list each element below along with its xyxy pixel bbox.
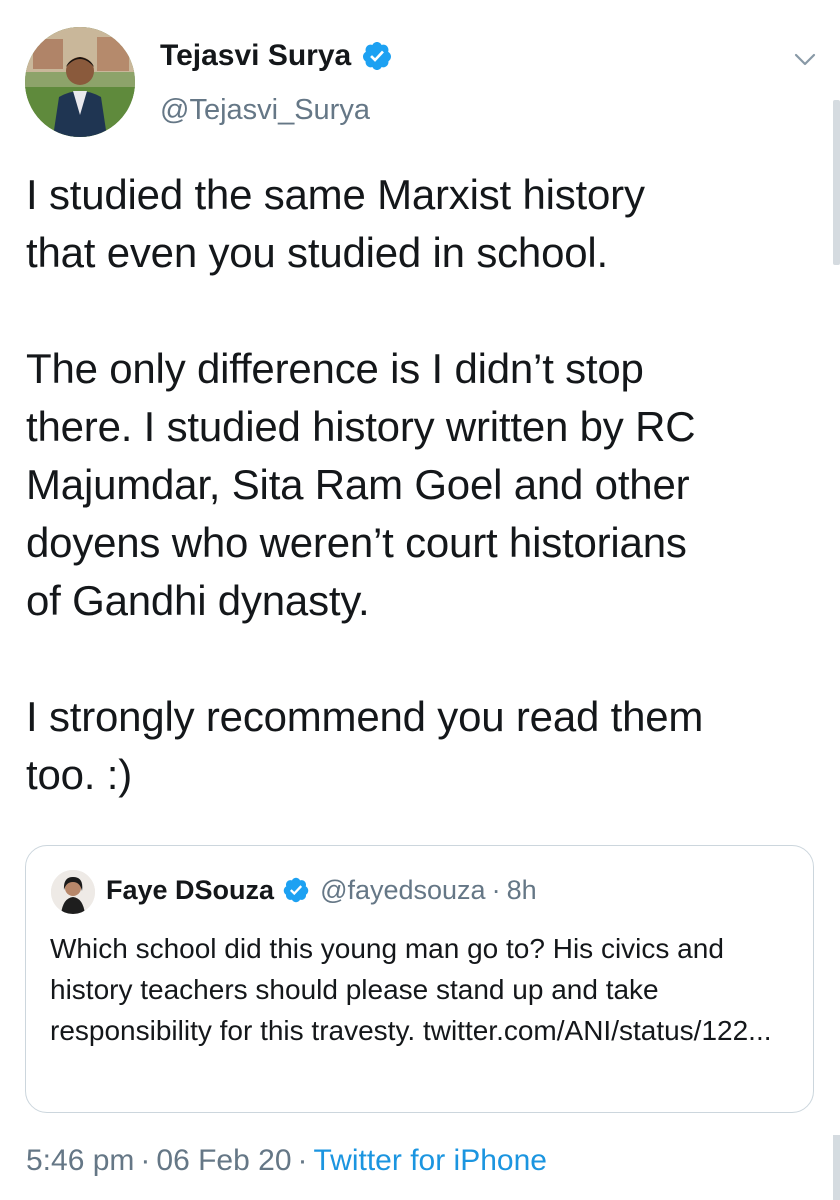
- quoted-tweet-text: Which school did this young man go to? H…: [50, 933, 772, 1046]
- quoted-tweet-header: Faye DSouza @fayedsouza · 8h: [106, 870, 537, 910]
- author-handle[interactable]: @Tejasvi_Surya: [160, 92, 370, 128]
- author-display-name[interactable]: Tejasvi Surya: [160, 38, 393, 74]
- tweet-time[interactable]: 5:46 pm: [26, 1144, 134, 1177]
- separator-dot: ·: [297, 1144, 308, 1177]
- chevron-down-icon[interactable]: [790, 44, 820, 74]
- tweet-date[interactable]: 06 Feb 20: [156, 1144, 291, 1177]
- quoted-author-avatar: [51, 870, 95, 914]
- quoted-tweet-time: 8h: [506, 874, 537, 905]
- quoted-tweet-card[interactable]: Faye DSouza @fayedsouza · 8h Which schoo…: [25, 845, 814, 1113]
- quoted-author-name: Faye DSouza: [106, 874, 275, 905]
- scrollbar-track-segment: [833, 1135, 840, 1200]
- quoted-author-handle: @fayedsouza: [320, 874, 486, 905]
- scrollbar-thumb[interactable]: [833, 100, 840, 265]
- tweet-source-link[interactable]: Twitter for iPhone: [314, 1144, 547, 1177]
- author-name-text[interactable]: Tejasvi Surya: [160, 38, 351, 74]
- tweet-paragraph: I strongly recommend you read them too. …: [26, 693, 704, 798]
- separator-dot: ·: [491, 874, 501, 905]
- author-avatar[interactable]: [25, 27, 135, 137]
- verified-badge-icon: [283, 877, 309, 903]
- tweet-text: I studied the same Marxist history that …: [26, 166, 826, 804]
- tweet-paragraph: The only difference is I didn’t stop the…: [26, 345, 696, 624]
- tweet-meta: 5:46 pm · 06 Feb 20 · Twitter for iPhone: [26, 1140, 547, 1182]
- separator-dot: ·: [140, 1144, 151, 1177]
- verified-badge-icon: [363, 42, 392, 70]
- tweet-paragraph: I studied the same Marxist history that …: [26, 171, 645, 276]
